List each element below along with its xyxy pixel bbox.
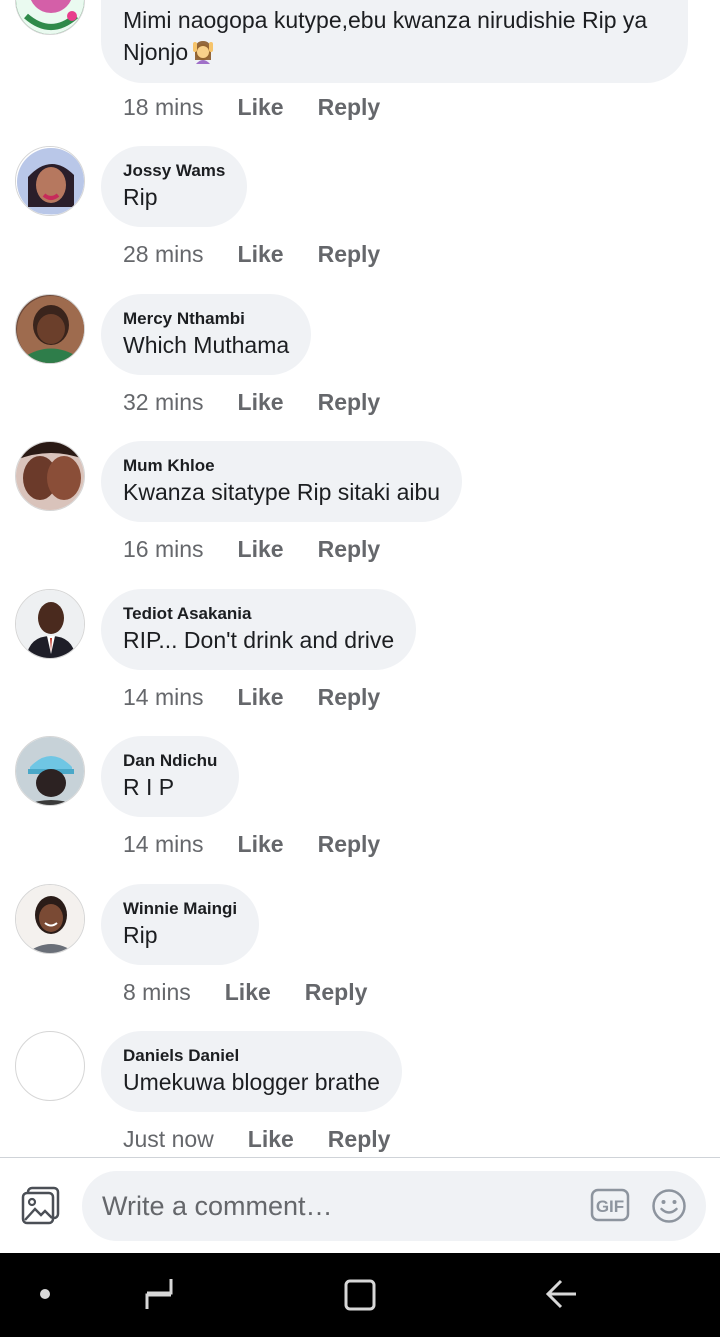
reply-button[interactable]: Reply <box>305 979 368 1006</box>
comment-meta: 28 mins Like Reply <box>123 241 380 268</box>
comment-bubble: Mercy Nthambi Which Muthama <box>101 294 312 375</box>
comment-text: Rip <box>123 922 158 948</box>
avatar[interactable] <box>15 1031 85 1101</box>
home-icon[interactable] <box>343 1278 377 1312</box>
like-button[interactable]: Like <box>238 684 284 711</box>
reply-button[interactable]: Reply <box>318 684 381 711</box>
comment-composer: GIF <box>0 1157 720 1253</box>
comment-time: 32 mins <box>123 389 204 415</box>
comment-time: 8 mins <box>123 979 191 1005</box>
comment-text: R I P <box>123 774 175 800</box>
comment-time: Just now <box>123 1126 214 1152</box>
avatar[interactable] <box>15 294 85 364</box>
comment-bubble: Jossy Wams Rip <box>101 146 248 227</box>
comment-author[interactable]: Mercy Nthambi <box>123 308 289 330</box>
like-button[interactable]: Like <box>238 241 284 268</box>
like-button[interactable]: Like <box>248 1126 294 1153</box>
comment-bubble: Tediot Asakania RIP... Don't drink and d… <box>101 589 417 670</box>
recent-apps-icon[interactable] <box>143 1277 175 1311</box>
comment-text: Kwanza sitatype Rip sitaki aibu <box>123 479 441 505</box>
comment-bubble: Daniels Daniel Umekuwa blogger brathe <box>101 1031 402 1112</box>
like-button[interactable]: Like <box>238 536 284 563</box>
like-button[interactable]: Like <box>238 831 284 858</box>
reply-button[interactable]: Reply <box>318 389 381 416</box>
comment-meta: 32 mins Like Reply <box>123 389 380 416</box>
photo-icon[interactable] <box>21 1185 61 1225</box>
comment-time: 14 mins <box>123 831 204 857</box>
comment-text: Mimi naogopa kutype,ebu kwanza nirudishi… <box>123 7 648 65</box>
comment-meta: 14 mins Like Reply <box>123 684 380 711</box>
comment-text: Which Muthama <box>123 332 290 358</box>
comment-meta: 14 mins Like Reply <box>123 831 380 858</box>
comment-text: Rip <box>123 184 158 210</box>
navigation-bar <box>0 1253 720 1337</box>
woman-raising-hand-emoji-icon <box>190 38 216 64</box>
reply-button[interactable]: Reply <box>328 1126 391 1153</box>
reply-button[interactable]: Reply <box>318 241 381 268</box>
comment-author[interactable]: Jossy Wams <box>123 160 225 182</box>
like-button[interactable]: Like <box>225 979 271 1006</box>
comment-text: RIP... Don't drink and drive <box>123 627 395 653</box>
comment-time: 16 mins <box>123 536 204 562</box>
comment-bubble: Dan Ndichu R I P <box>101 736 240 817</box>
comment-time: 28 mins <box>123 241 204 267</box>
comment-time: 18 mins <box>123 94 204 120</box>
comment-author[interactable]: Dan Ndichu <box>123 750 217 772</box>
comment-meta: 18 mins Like Reply <box>123 94 380 121</box>
comment-author[interactable]: Mum Khloe <box>123 455 440 477</box>
comment-bubble: Winnie Maingi Rip <box>101 884 260 965</box>
gif-icon[interactable]: GIF <box>590 1187 630 1223</box>
comment-meta: 16 mins Like Reply <box>123 536 380 563</box>
comment-meta: 8 mins Like Reply <box>123 979 367 1006</box>
comment-text: Umekuwa blogger brathe <box>123 1069 380 1095</box>
back-icon[interactable] <box>545 1278 579 1312</box>
comment-bubble: Mum Khloe Kwanza sitatype Rip sitaki aib… <box>101 441 463 522</box>
like-button[interactable]: Like <box>238 94 284 121</box>
avatar[interactable] <box>15 884 85 954</box>
comment-bubble: Mimi naogopa kutype,ebu kwanza nirudishi… <box>101 0 688 83</box>
like-button[interactable]: Like <box>238 389 284 416</box>
comment-author[interactable]: Tediot Asakania <box>123 603 394 625</box>
comment-time: 14 mins <box>123 684 204 710</box>
avatar[interactable] <box>15 589 85 659</box>
avatar[interactable] <box>15 0 85 35</box>
comment-author[interactable]: Daniels Daniel <box>123 1045 380 1067</box>
avatar[interactable] <box>15 736 85 806</box>
smiley-icon[interactable] <box>651 1188 687 1224</box>
reply-button[interactable]: Reply <box>318 831 381 858</box>
svg-text:GIF: GIF <box>596 1197 624 1216</box>
comment-meta: Just now Like Reply <box>123 1126 390 1153</box>
reply-button[interactable]: Reply <box>318 94 381 121</box>
avatar[interactable] <box>15 441 85 511</box>
avatar[interactable] <box>15 146 85 216</box>
reply-button[interactable]: Reply <box>318 536 381 563</box>
dot-icon[interactable] <box>38 1287 52 1301</box>
comment-author[interactable]: Winnie Maingi <box>123 898 237 920</box>
